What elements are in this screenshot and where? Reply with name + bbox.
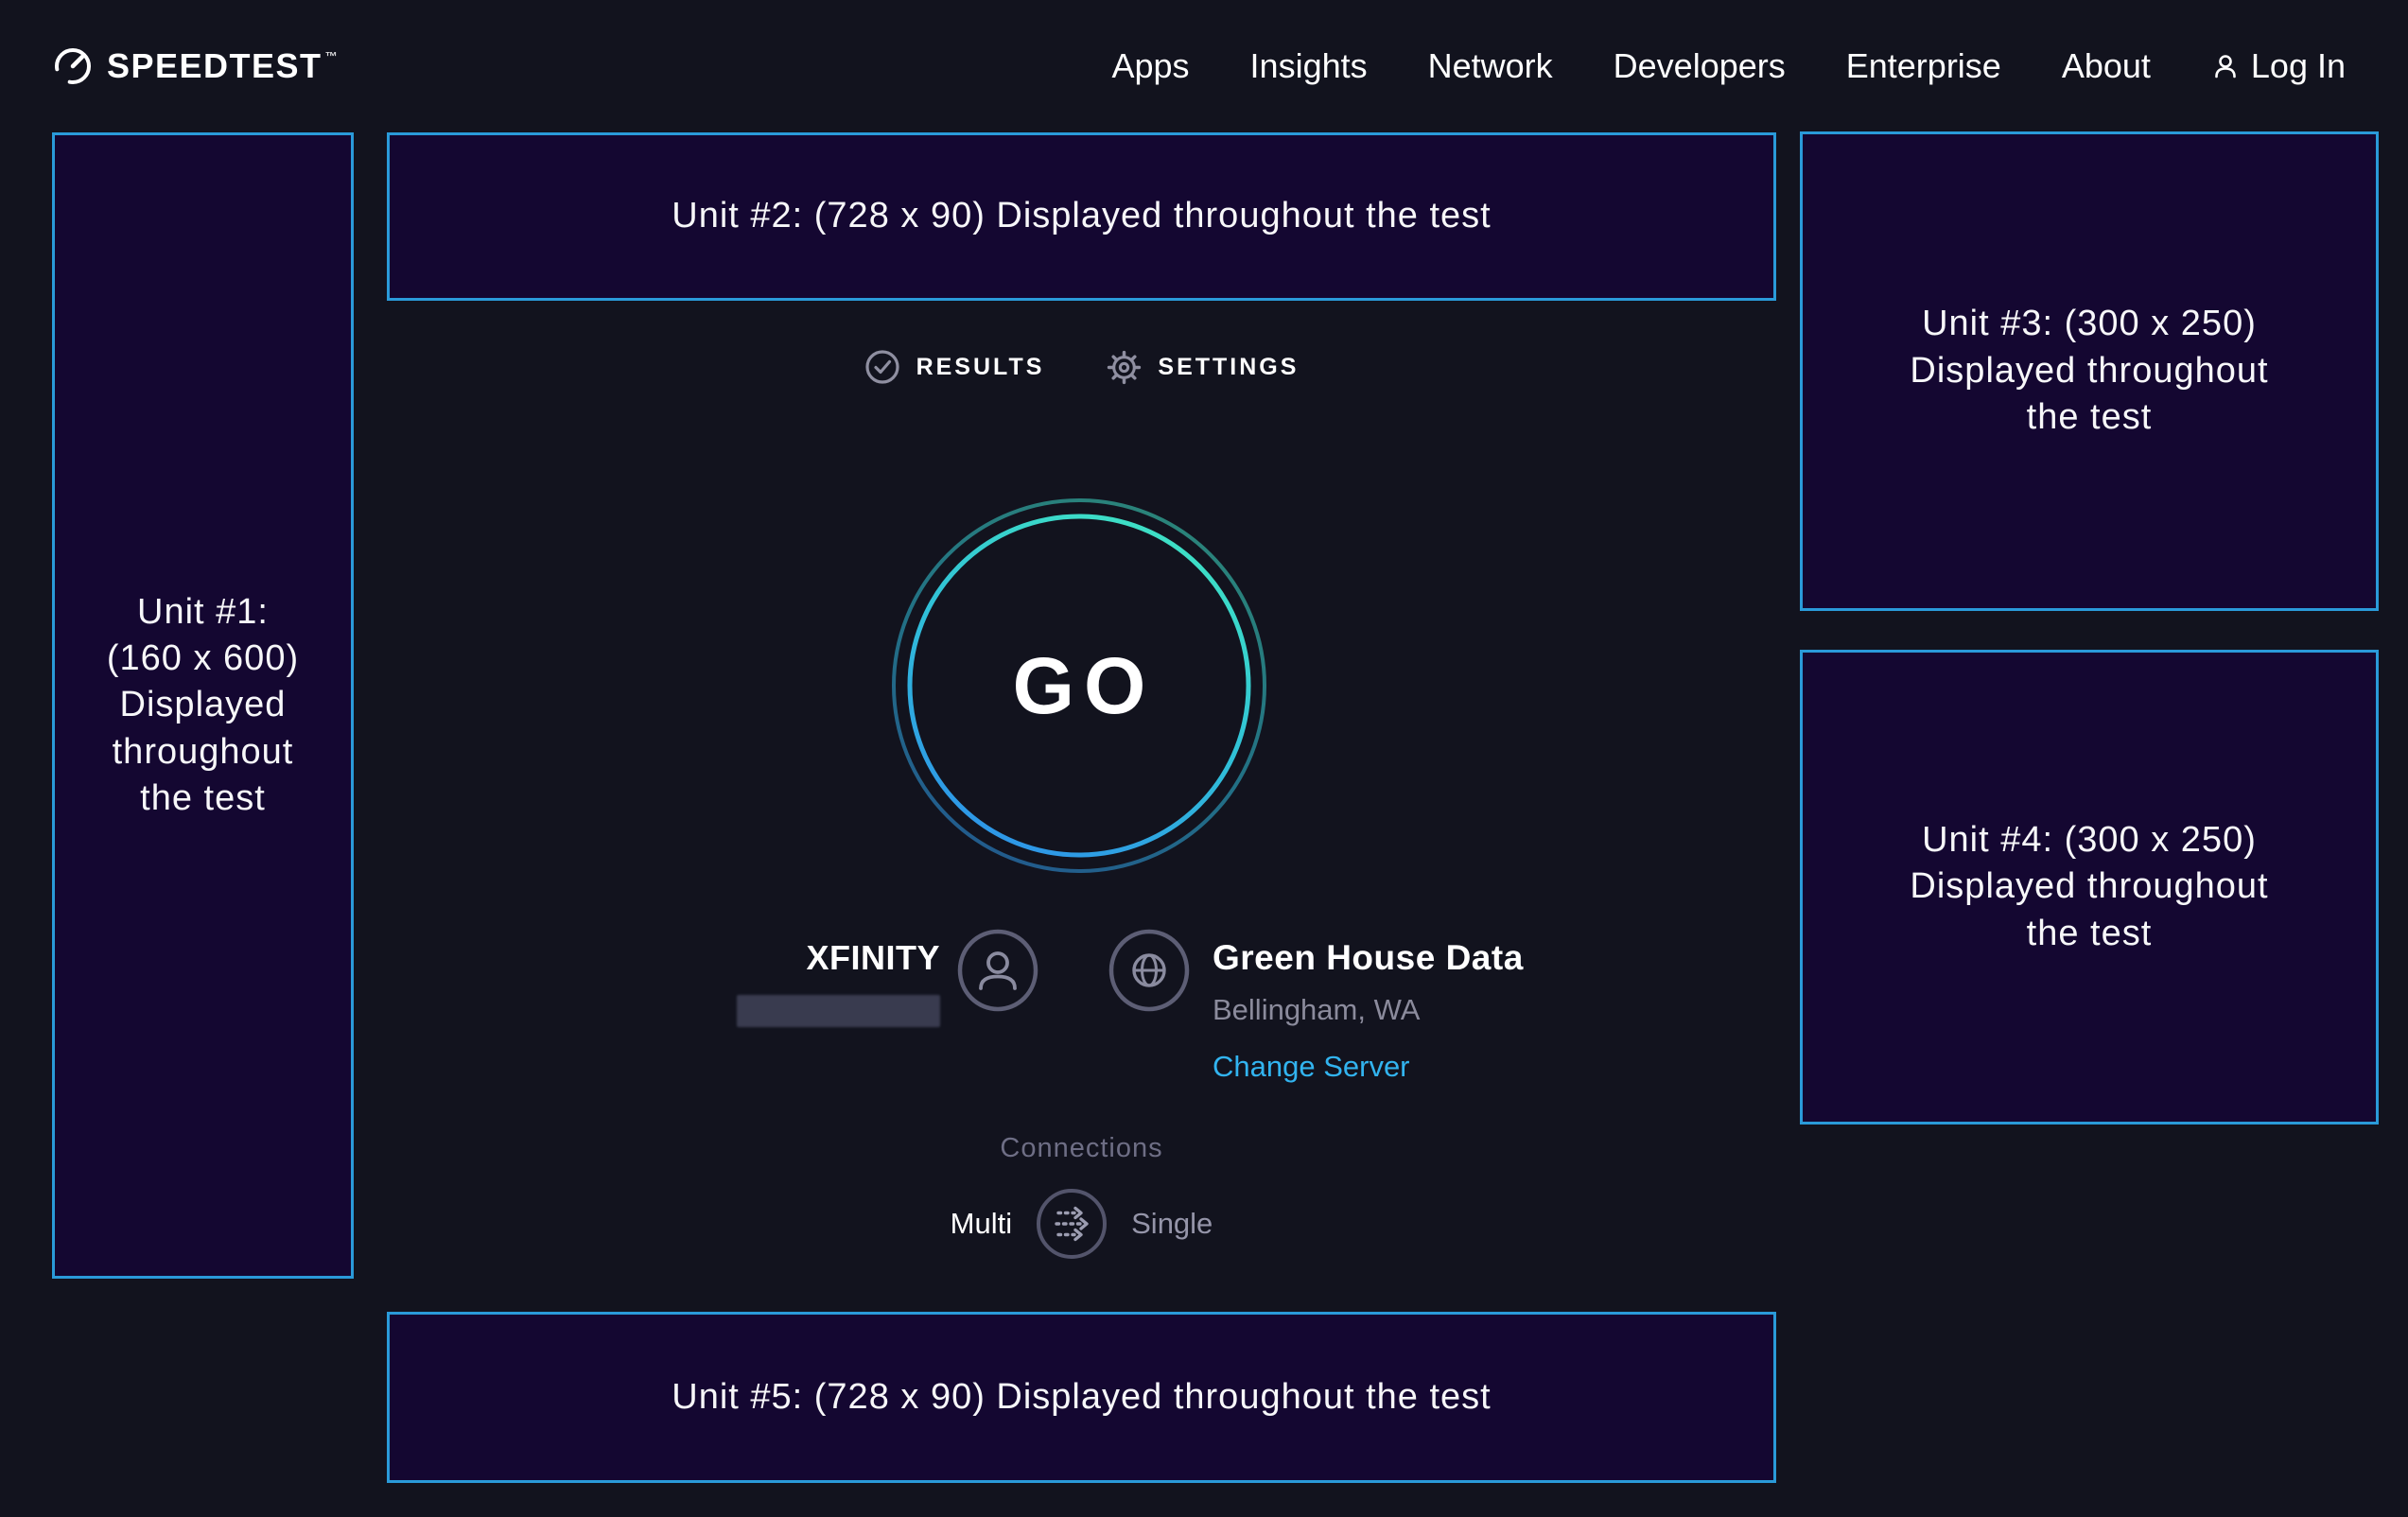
ad-text: Unit #4: (300 x 250) Displayed throughou…	[1910, 817, 2268, 957]
nav-item-insights[interactable]: Insights	[1250, 46, 1368, 86]
connections-section: Connections Multi Single	[387, 1133, 1776, 1261]
server-texts: Green House Data Bellingham, WA Change S…	[1213, 929, 1524, 1084]
main-navigation: Apps Insights Network Developers Enterpr…	[1111, 46, 2346, 86]
connections-multi-option[interactable]: Multi	[951, 1207, 1012, 1241]
tab-results[interactable]: RESULTS	[864, 349, 1045, 385]
speedtest-gauge-icon	[53, 46, 93, 86]
nav-item-developers[interactable]: Developers	[1614, 46, 1786, 86]
ad-text: Unit #2: (728 x 90) Displayed throughout…	[672, 193, 1491, 239]
ad-unit-4-rectangle[interactable]: Unit #4: (300 x 250) Displayed throughou…	[1800, 650, 2379, 1125]
go-button-label: GO	[890, 497, 1268, 875]
ad-text: Unit #3: (300 x 250) Displayed throughou…	[1910, 301, 2268, 441]
ad-text: Unit #1: (160 x 600) Displayed throughou…	[107, 589, 299, 823]
tab-results-label: RESULTS	[916, 354, 1045, 381]
results-settings-tabs: RESULTS	[387, 349, 1776, 385]
nav-item-network[interactable]: Network	[1428, 46, 1553, 86]
server-location: Bellingham, WA	[1213, 993, 1420, 1027]
ad-unit-1-skyscraper[interactable]: Unit #1: (160 x 600) Displayed throughou…	[52, 132, 354, 1279]
isp-texts: XFINITY	[737, 929, 940, 1027]
server-info: Green House Data Bellingham, WA Change S…	[1108, 929, 1524, 1084]
check-circle-icon	[864, 349, 900, 385]
tab-settings[interactable]: SETTINGS	[1107, 350, 1299, 385]
server-name: Green House Data	[1213, 938, 1524, 978]
tab-settings-label: SETTINGS	[1158, 354, 1299, 381]
login-label: Log In	[2251, 46, 2346, 86]
change-server-link[interactable]: Change Server	[1213, 1050, 1410, 1084]
globe-oval-icon	[1108, 929, 1190, 1012]
nav-item-enterprise[interactable]: Enterprise	[1846, 46, 2001, 86]
logo-text: SPEEDTEST™	[107, 49, 338, 83]
connections-single-option[interactable]: Single	[1131, 1207, 1213, 1241]
isp-info: XFINITY	[737, 929, 1038, 1027]
user-icon	[2211, 52, 2240, 80]
login-button[interactable]: Log In	[2211, 46, 2346, 86]
speedtest-logo[interactable]: SPEEDTEST™	[53, 46, 338, 86]
connections-toggle-icon[interactable]	[1035, 1187, 1108, 1261]
isp-ip-redacted	[737, 995, 940, 1027]
ad-unit-3-rectangle[interactable]: Unit #3: (300 x 250) Displayed throughou…	[1800, 131, 2379, 611]
top-nav-bar: SPEEDTEST™ Apps Insights Network Develop…	[0, 0, 2408, 132]
ad-unit-2-leaderboard[interactable]: Unit #2: (728 x 90) Displayed throughout…	[387, 132, 1776, 301]
logo-trademark: ™	[325, 49, 338, 63]
gear-icon	[1107, 350, 1142, 385]
user-oval-icon	[957, 929, 1038, 1012]
go-button[interactable]: GO	[890, 497, 1268, 875]
connections-label: Connections	[1000, 1133, 1162, 1164]
ad-text: Unit #5: (728 x 90) Displayed throughout…	[672, 1374, 1491, 1421]
nav-item-about[interactable]: About	[2062, 46, 2151, 86]
isp-name: XFINITY	[806, 938, 940, 978]
connections-toggle-row: Multi Single	[951, 1187, 1213, 1261]
ad-unit-5-leaderboard[interactable]: Unit #5: (728 x 90) Displayed throughout…	[387, 1312, 1776, 1483]
page-root: SPEEDTEST™ Apps Insights Network Develop…	[0, 0, 2408, 1517]
nav-item-apps[interactable]: Apps	[1111, 46, 1189, 86]
